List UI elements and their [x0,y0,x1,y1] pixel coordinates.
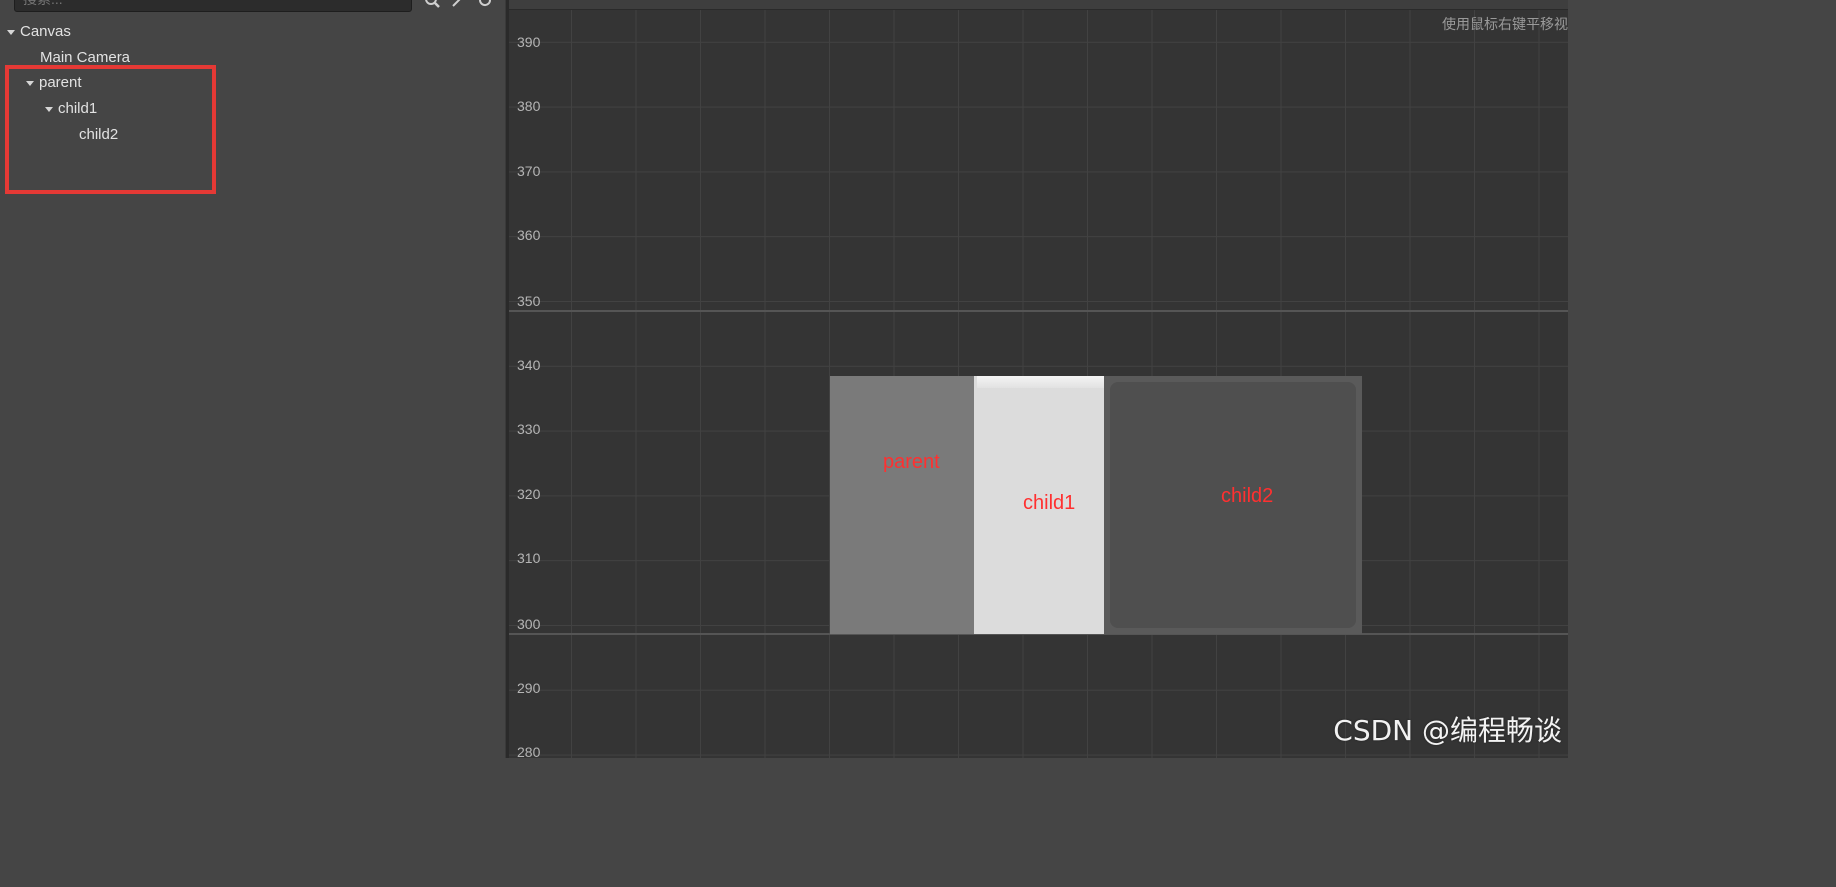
y-axis-tick: 390 [517,34,541,50]
hierarchy-panel: Canvas Main Camera parent child1 child2 [0,0,505,758]
scene-view[interactable]: 390 380 370 360 350 340 330 320 310 300 … [509,0,1568,758]
y-axis-tick: 370 [517,163,541,179]
node-child2-label: child2 [1221,485,1274,507]
grid-major-line [509,310,1568,312]
node-child1-label: child1 [1023,492,1076,514]
tree-item-label: Canvas [20,23,71,40]
refresh-icon[interactable] [477,0,493,8]
y-axis-tick: 300 [517,616,541,632]
y-axis-tick: 340 [517,357,541,373]
scene-hint-text: 使用鼠标右键平移视 [1442,17,1568,33]
highlight-annotation-box [5,65,216,194]
search-bar[interactable] [14,0,412,12]
search-input[interactable] [23,0,393,11]
y-axis-tick: 380 [517,98,541,114]
y-axis-tick: 350 [517,293,541,309]
locate-icon[interactable] [451,0,467,8]
search-icon[interactable] [424,0,440,8]
node-parent-label: parent [883,451,940,473]
tree-item-label: Main Camera [40,49,131,66]
y-axis-tick: 360 [517,227,541,243]
watermark: CSDN @编程畅谈 [1333,714,1562,747]
y-axis-tick: 290 [517,680,541,696]
y-axis-tick: 320 [517,486,541,502]
scene-toolbar [509,0,1568,10]
tree-item-canvas[interactable]: Canvas [7,21,71,43]
y-axis-tick: 310 [517,550,541,566]
expand-arrow-icon[interactable] [7,29,15,35]
y-axis-tick: 280 [517,744,541,758]
y-axis-tick: 330 [517,421,541,437]
